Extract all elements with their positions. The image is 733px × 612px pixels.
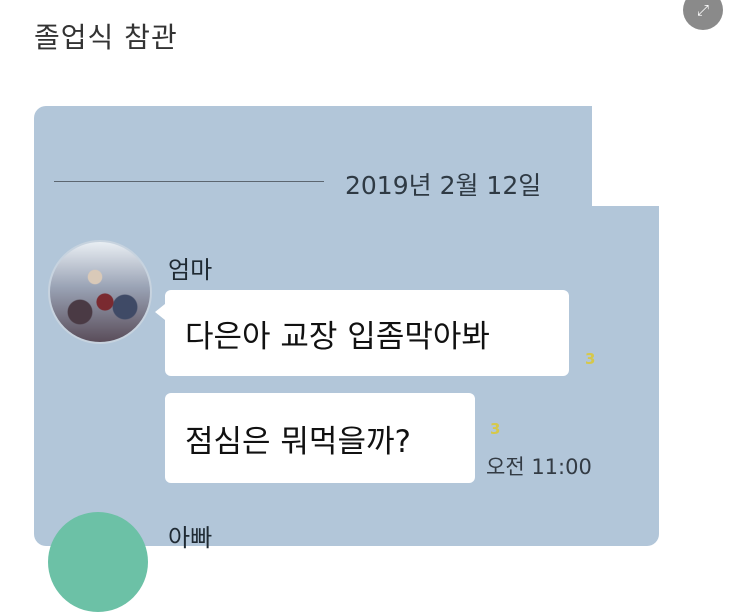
message-bubble[interactable]: 다은아 교장 입좀막아봐	[155, 290, 569, 376]
sender-name: 아빠	[168, 524, 213, 552]
message-bubble[interactable]: 점심은 뭐먹을까?	[165, 393, 475, 483]
avatar[interactable]	[48, 240, 152, 344]
expand-button[interactable]: ⤢	[683, 0, 723, 30]
post-title: 졸업식 참관	[34, 21, 178, 54]
avatar[interactable]	[48, 512, 148, 612]
unread-count: 3	[490, 420, 501, 438]
unread-count: 3	[585, 350, 596, 368]
date-divider	[54, 181, 324, 182]
message-time: 오전 11:00	[486, 455, 592, 479]
sender-name: 엄마	[168, 256, 213, 284]
chat-date: 2019년 2월 12일	[345, 171, 542, 200]
message-text: 다은아 교장 입좀막아봐	[185, 318, 490, 355]
message-text: 점심은 뭐먹을까?	[185, 423, 411, 460]
screenshot-crop-edge	[592, 106, 672, 206]
expand-icon: ⤢	[696, 1, 709, 19]
